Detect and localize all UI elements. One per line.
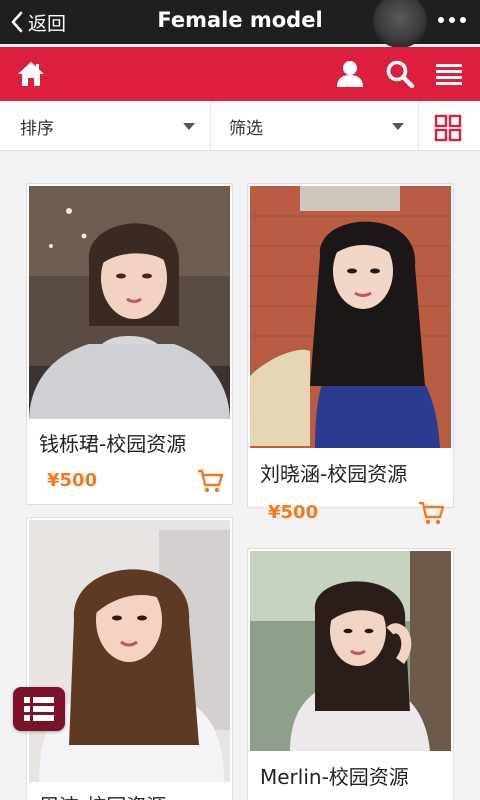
product-name[interactable]: 钱栎珺-校园资源 [39, 428, 186, 457]
product-photo[interactable] [250, 551, 451, 751]
filter-label: 筛选 [229, 118, 263, 139]
back-chevron-icon [11, 11, 23, 33]
back-button[interactable]: 返回 [10, 8, 66, 36]
search-icon[interactable] [385, 59, 415, 89]
user-icon[interactable] [335, 59, 365, 89]
floating-assistive-orb[interactable] [373, 0, 427, 48]
product-card[interactable]: 刘晓涵-校园资源 ¥500 [247, 183, 454, 525]
product-photo[interactable] [29, 186, 230, 419]
list-menu-icon[interactable] [13, 687, 65, 731]
home-icon[interactable] [16, 59, 46, 89]
product-name[interactable]: 周洁-校园资源 [39, 790, 166, 800]
product-card[interactable]: 钱栎珺-校园资源 ¥500 [26, 183, 233, 505]
product-price: ¥500 [268, 502, 319, 523]
product-name[interactable]: Merlin-校园资源 [260, 761, 409, 790]
cart-icon[interactable] [196, 468, 224, 494]
filter-dropdown[interactable]: 筛选 [211, 101, 418, 151]
nav-bar [0, 47, 480, 101]
grid-icon[interactable] [434, 114, 462, 142]
filter-caret-icon [392, 123, 404, 130]
menu-icon[interactable] [434, 59, 464, 89]
sort-label: 排序 [20, 118, 54, 139]
divider [418, 101, 419, 151]
product-photo[interactable] [250, 186, 451, 448]
app-screen: 返回 Female model 排序 筛选 钱栎珺-校园资源 ¥500 刘晓涵-… [0, 0, 480, 800]
product-price: ¥500 [47, 470, 98, 491]
back-label: 返回 [28, 12, 67, 35]
sort-dropdown[interactable]: 排序 [0, 101, 210, 151]
title-bar: 返回 Female model [0, 0, 480, 48]
filter-bar: 排序 筛选 [0, 101, 480, 151]
product-card[interactable]: Merlin-校园资源 [247, 548, 454, 800]
more-icon[interactable] [438, 17, 466, 23]
product-card[interactable]: 周洁-校园资源 [26, 517, 233, 800]
product-photo[interactable] [29, 520, 230, 782]
cart-icon[interactable] [417, 500, 445, 526]
product-name[interactable]: 刘晓涵-校园资源 [260, 458, 407, 487]
sort-caret-icon [183, 123, 195, 130]
